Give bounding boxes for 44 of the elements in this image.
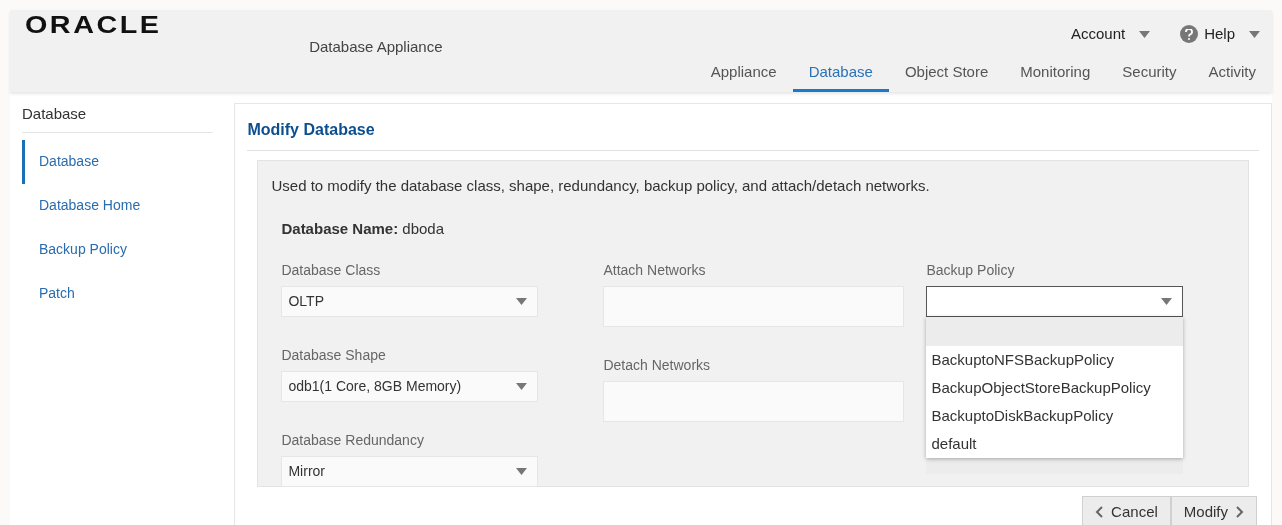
sidebar-link[interactable]: Patch xyxy=(22,271,235,316)
chevron-right-icon xyxy=(1236,506,1244,518)
select-field[interactable]: Mirror xyxy=(281,456,539,487)
field-label: Detach Networks xyxy=(603,356,712,375)
nav-tab[interactable]: Database xyxy=(792,56,889,92)
database-name-value: dboda xyxy=(402,219,445,237)
sidebar-link[interactable]: Backup Policy xyxy=(22,227,235,272)
product-name: Database Appliance xyxy=(309,37,443,57)
oracle-logo: ORACLE xyxy=(25,12,162,38)
caret-icon xyxy=(516,298,528,305)
caret-icon xyxy=(516,468,528,475)
nav-tab[interactable]: Object Store xyxy=(888,56,1005,92)
chevron-left-icon xyxy=(1095,506,1104,518)
select-field[interactable] xyxy=(926,286,1184,317)
caret-icon xyxy=(1161,298,1173,305)
modify-button[interactable]: Modify xyxy=(1170,496,1257,525)
help-menu[interactable]: Help xyxy=(1180,22,1260,46)
dropdown-option[interactable]: BackupObjectStoreBackupPolicy xyxy=(926,374,1184,402)
caret-icon xyxy=(516,383,528,390)
select-field[interactable]: odb1(1 Core, 8GB Memory) xyxy=(281,371,539,402)
help-icon xyxy=(1180,25,1199,43)
description-text: Used to modify the database class, shape, redundancy, backup policy, and attach/detach networks. xyxy=(271,176,931,196)
dropdown-option[interactable]: BackuptoDiskBackupPolicy xyxy=(926,402,1184,430)
caret-icon xyxy=(1249,30,1260,38)
field-label: Attach Networks xyxy=(603,261,707,280)
cancel-button[interactable]: Cancel xyxy=(1082,496,1171,525)
field-label: Database Shape xyxy=(281,346,387,365)
nav-tab[interactable]: Activity xyxy=(1192,56,1272,92)
sidebar-link[interactable]: Database Home xyxy=(22,183,235,228)
sidebar-link[interactable]: Database xyxy=(22,139,235,184)
caret-icon xyxy=(1139,30,1151,38)
account-menu[interactable]: Account xyxy=(1070,22,1151,46)
dropdown-option[interactable]: BackuptoNFSBackupPolicy xyxy=(926,346,1184,374)
nav-tab[interactable]: Appliance xyxy=(694,56,793,92)
select-field[interactable]: OLTP xyxy=(281,286,539,317)
nav-tab[interactable]: Monitoring xyxy=(1004,56,1107,92)
sidebar-title: Database xyxy=(22,103,213,133)
field-label: Database Class xyxy=(281,261,382,280)
dropdown-option[interactable]: default xyxy=(926,430,1184,458)
nav-tab[interactable]: Security xyxy=(1106,56,1193,92)
field-label: Database Name: xyxy=(281,219,399,237)
field-label: Backup Policy xyxy=(926,261,1016,280)
field-label: Database Redundancy xyxy=(281,431,425,450)
form-title: Modify Database xyxy=(247,104,1259,151)
